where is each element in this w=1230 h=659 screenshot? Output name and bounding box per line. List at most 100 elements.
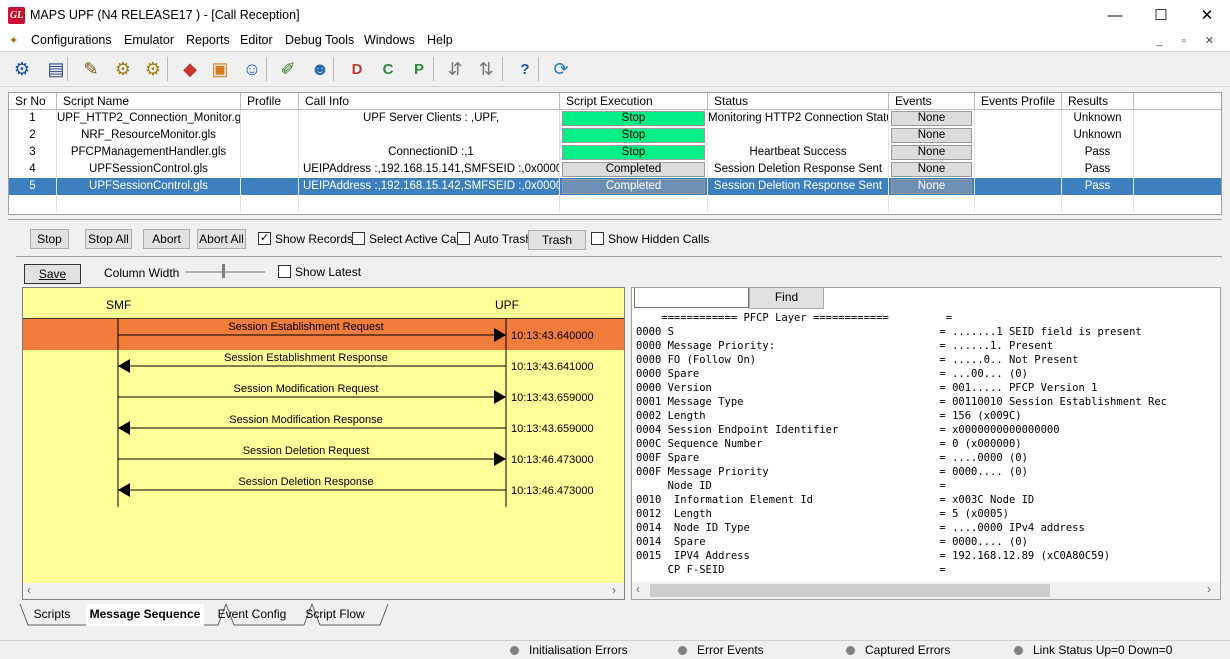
table-row[interactable]: 5 UPFSessionControl.gls UEIPAddress :,192.… xyxy=(9,178,1221,195)
status-link-status[interactable]: Link Status Up=0 Down=0 xyxy=(1014,643,1172,657)
gears-small-icon[interactable]: ⚙ xyxy=(139,55,167,83)
trash-button[interactable]: Trash xyxy=(528,230,586,250)
d-report-icon[interactable]: D xyxy=(343,55,371,83)
scroll-left-icon[interactable]: ‹ xyxy=(27,583,31,597)
edit-script-icon[interactable]: ✎ xyxy=(77,55,105,83)
decode-line[interactable]: 0001 Message Type = 00110010 Session Est… xyxy=(636,396,1167,408)
col-profile[interactable]: Profile xyxy=(241,93,299,110)
col-events[interactable]: Events xyxy=(889,93,975,110)
column-width-slider-thumb[interactable] xyxy=(222,264,225,278)
decode-line[interactable]: 0000 S = .......1 SEID field is present xyxy=(636,326,1142,338)
tab-event-config[interactable]: Event Config xyxy=(216,604,288,626)
script-execution-button[interactable]: Stop xyxy=(562,145,705,160)
col-script-execution[interactable]: Script Execution xyxy=(560,93,708,110)
tab-scripts[interactable]: Scripts xyxy=(26,604,78,626)
decode-line[interactable]: 0014 Spare = 0000.... (0) xyxy=(636,536,1028,548)
decode-scroll-right-icon[interactable]: › xyxy=(1207,582,1211,596)
tab-script-flow[interactable]: Script Flow xyxy=(302,604,368,626)
decode-line[interactable]: 0010 Information Element Id = x003C Node… xyxy=(636,494,1034,506)
table-row[interactable]: 4 UPFSessionControl.gls UEIPAddress :,192.… xyxy=(9,161,1221,178)
decode-line[interactable]: ============ PFCP Layer ============ = xyxy=(636,312,952,324)
abort-button[interactable]: Abort xyxy=(143,229,190,249)
decode-line[interactable]: 000F Spare = ....0000 (0) xyxy=(636,452,1028,464)
profile-icon[interactable]: ◆ xyxy=(176,55,204,83)
decode-line[interactable]: 0015 IPV4 Address = 192.168.12.89 (xC0A8… xyxy=(636,550,1110,562)
decode-line[interactable]: 0012 Length = 5 (x0005) xyxy=(636,508,1009,520)
status-initialisation-errors[interactable]: Initialisation Errors xyxy=(510,643,628,657)
decode-line[interactable]: 0000 Version = 001..... PFCP Version 1 xyxy=(636,382,1097,394)
decode-line[interactable]: 000C Sequence Number = 0 (x000000) xyxy=(636,438,1022,450)
col-events-profile[interactable]: Events Profile xyxy=(975,93,1062,110)
decode-line[interactable]: 0014 Node ID Type = ....0000 IPv4 addres… xyxy=(636,522,1085,534)
help-icon[interactable]: ? xyxy=(511,55,539,83)
message-label[interactable]: Session Establishment Response xyxy=(224,352,388,364)
events-button[interactable]: None xyxy=(891,128,972,143)
decode-line[interactable]: 0000 Spare = ...00... (0) xyxy=(636,368,1028,380)
menu-reports[interactable]: Reports xyxy=(186,33,230,47)
status-error-events[interactable]: Error Events xyxy=(678,643,764,657)
message-label[interactable]: Session Establishment Request xyxy=(228,321,383,333)
show-records-checkbox[interactable]: ✓ xyxy=(258,232,271,245)
events-button[interactable]: None xyxy=(891,111,972,126)
script-execution-button[interactable]: Completed xyxy=(562,162,705,177)
decode-line[interactable]: 0002 Length = 156 (x009C) xyxy=(636,410,1022,422)
c-report-icon[interactable]: C xyxy=(374,55,402,83)
decode-line[interactable]: 000F Message Priority = 0000.... (0) xyxy=(636,466,1028,478)
decode-scroll-thumb[interactable] xyxy=(650,584,1050,597)
decode-line[interactable]: 0000 Message Priority: = ......1. Presen… xyxy=(636,340,1053,352)
script-execution-button[interactable]: Stop xyxy=(562,111,705,126)
close-button[interactable]: ✕ xyxy=(1184,0,1230,31)
gears-icon[interactable]: ⚙ xyxy=(109,55,137,83)
edit-icon[interactable]: ✐ xyxy=(274,55,302,83)
events-button[interactable]: None xyxy=(891,179,972,194)
briefcase-icon[interactable]: ▣ xyxy=(206,55,234,83)
menu-help[interactable]: Help xyxy=(427,33,453,47)
col-script-name[interactable]: Script Name xyxy=(57,93,241,110)
table-row[interactable]: 3 PFCPManagementHandler.gls ConnectionID :… xyxy=(9,144,1221,161)
col-call-info[interactable]: Call Info xyxy=(299,93,560,110)
col-sr-no[interactable]: Sr No xyxy=(9,93,57,110)
show-hidden-calls-checkbox[interactable] xyxy=(591,232,604,245)
column-width-slider-track[interactable] xyxy=(185,271,265,273)
status-captured-errors[interactable]: Captured Errors xyxy=(846,643,950,657)
mdi-child-icon[interactable]: ✦ xyxy=(9,34,18,47)
tab-message-sequence[interactable]: Message Sequence xyxy=(86,604,204,626)
bus-off-icon[interactable]: ⇅ xyxy=(472,55,500,83)
table-row[interactable]: 2 NRF_ResourceMonitor.gls Stop None Unknown xyxy=(9,127,1221,144)
save-button[interactable]: Save xyxy=(24,264,81,284)
find-input[interactable] xyxy=(634,288,749,308)
script-list-icon[interactable]: ▤ xyxy=(42,55,70,83)
events-button[interactable]: None xyxy=(891,145,972,160)
sequence-horizontal-scrollbar[interactable]: ‹ › xyxy=(23,583,624,599)
script-execution-button[interactable]: Completed xyxy=(562,179,705,194)
decode-line[interactable]: 0004 Session Endpoint Identifier = x0000… xyxy=(636,424,1060,436)
decode-scroll-left-icon[interactable]: ‹ xyxy=(636,582,640,596)
maximize-button[interactable]: ☐ xyxy=(1138,0,1184,31)
message-label[interactable]: Session Deletion Response xyxy=(238,476,373,488)
message-label[interactable]: Session Modification Request xyxy=(234,383,379,395)
gear-icon[interactable]: ⚙ xyxy=(8,55,36,83)
bus-icon[interactable]: ⇵ xyxy=(441,55,469,83)
user-tools-icon[interactable]: ☻ xyxy=(306,55,334,83)
col-results[interactable]: Results xyxy=(1062,93,1134,110)
select-active-call-checkbox[interactable] xyxy=(352,232,365,245)
show-latest-checkbox[interactable] xyxy=(278,265,291,278)
abort-all-button[interactable]: Abort All xyxy=(197,229,246,249)
minimize-button[interactable]: — xyxy=(1092,0,1138,31)
menu-configurations[interactable]: Configurations xyxy=(31,33,112,47)
stop-all-button[interactable]: Stop All xyxy=(85,229,132,249)
message-label[interactable]: Session Deletion Request xyxy=(243,445,370,457)
decode-line[interactable]: 0000 FO (Follow On) = .....0.. Not Prese… xyxy=(636,354,1079,366)
mdi-window-controls[interactable]: _ ▫ ✕ xyxy=(1157,34,1222,47)
menu-debug-tools[interactable]: Debug Tools xyxy=(285,33,354,47)
col-status[interactable]: Status xyxy=(708,93,889,110)
menu-windows[interactable]: Windows xyxy=(364,33,415,47)
decode-horizontal-scrollbar[interactable]: ‹ › xyxy=(632,582,1220,599)
find-button[interactable]: Find xyxy=(749,288,824,309)
splitter[interactable] xyxy=(8,219,1222,223)
menu-editor[interactable]: Editor xyxy=(240,33,273,47)
menu-emulator[interactable]: Emulator xyxy=(124,33,174,47)
scroll-right-icon[interactable]: › xyxy=(612,583,616,597)
decode-line[interactable]: CP F-SEID = xyxy=(636,564,946,576)
stop-button[interactable]: Stop xyxy=(30,229,69,249)
